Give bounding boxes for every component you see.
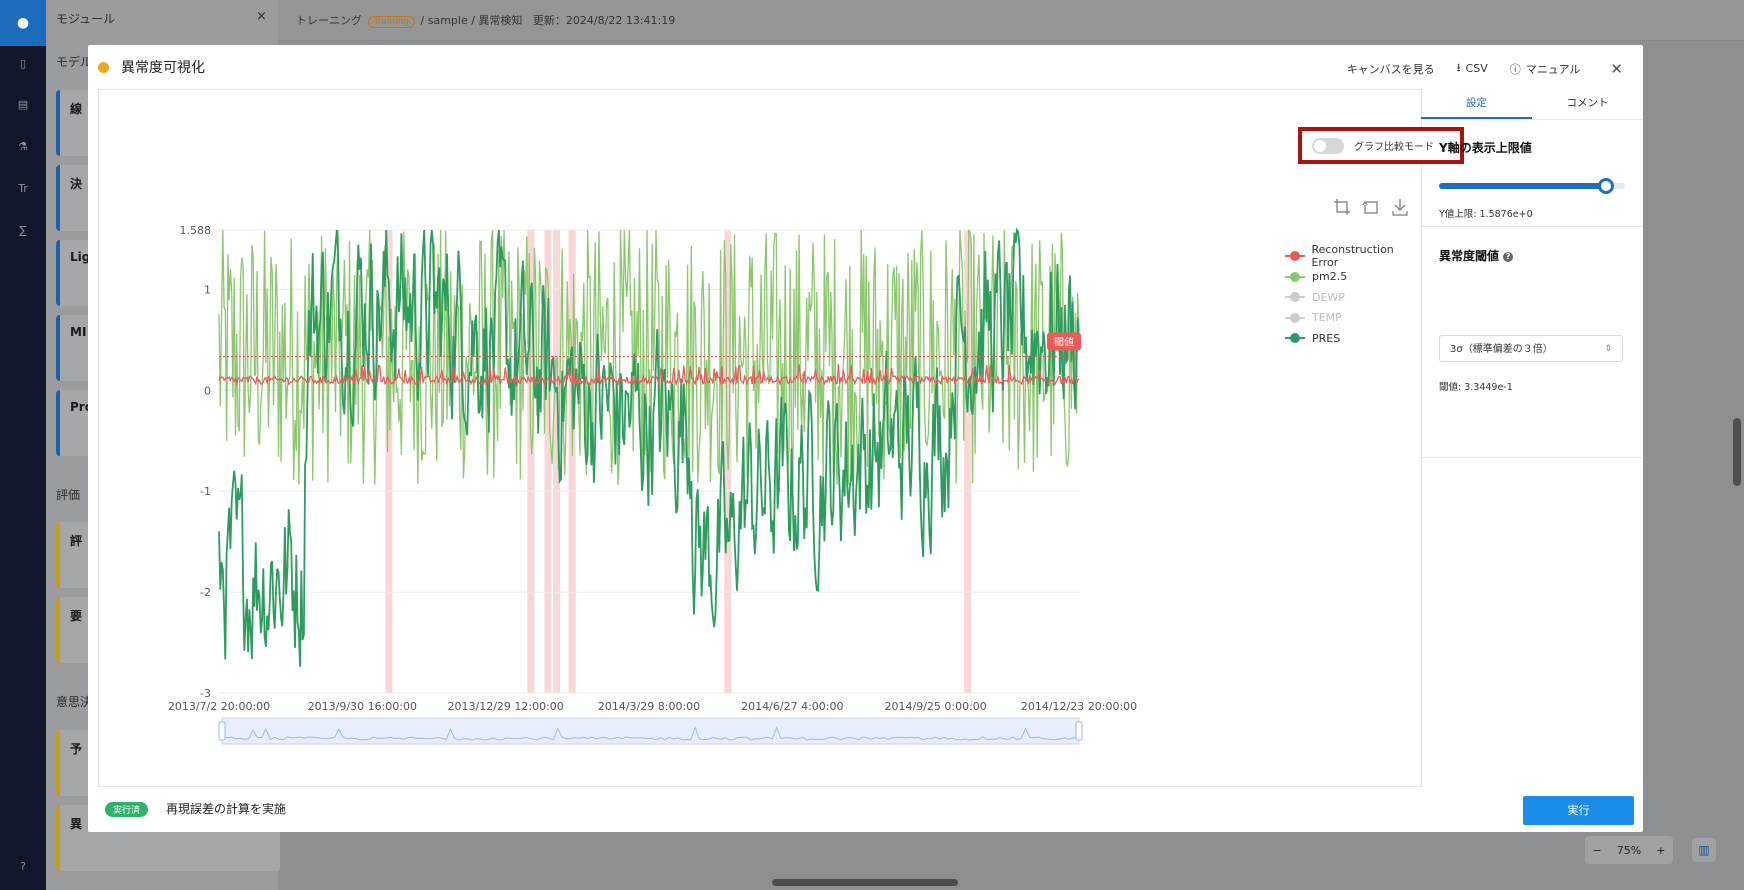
download-icon: ⭳ [1456,61,1461,74]
line-chart[interactable]: 1.588 1 0 -1 -2 -32013/7/2 20:00:00 2013/9/30 … [99,90,1421,786]
help-circle-icon: ⓘ [1509,62,1521,76]
legend-label: DEWP [1312,290,1345,304]
y-tick-label: -1 [200,485,211,498]
modal-title: 異常度可視化 [98,57,205,77]
threshold-select[interactable]: 3σ（標準偏差の３倍） ⇕ [1439,335,1623,362]
tab-settings[interactable]: 設定 [1421,89,1532,119]
y-tick-label: 1 [204,283,211,296]
section-eval: 評価 [56,488,81,502]
help-icon[interactable]: ? [0,860,46,873]
chart-legend: Reconstruction Error pm2.5 DEWP TEMP PRES [1285,243,1421,349]
x-tick-label: 2013/7/2 20:00:00 [168,700,270,713]
legend-label: PRES [1312,331,1341,345]
executed-badge: 実行済 [105,802,149,817]
breadcrumb-path: / sample / 異常検知 [420,14,523,27]
zoom-in-button[interactable]: + [1656,844,1665,857]
x-tick-label: 2014/9/25 0:00:00 [885,700,987,713]
formula-icon[interactable]: ∑ [0,224,46,237]
document-icon[interactable]: ▯ [0,57,46,70]
database-icon[interactable]: ▤ [0,98,46,111]
manual-button[interactable]: ⓘ マニュアル [1510,61,1581,77]
chevron-updown-icon: ⇕ [1604,344,1612,354]
breadcrumb-bar: トレーニング Training / sample / 異常検知 更新：2024/… [278,0,1744,41]
x-tick-label: 2014/12/23 20:00:00 [1021,700,1137,713]
y-limit-slider[interactable] [1439,178,1625,194]
status-dot-icon [98,61,109,73]
modal-close-icon[interactable]: ✕ [1610,60,1623,78]
section-model: モデル [56,55,93,69]
home-indicator [772,879,958,886]
tab-comment[interactable]: コメント [1532,89,1643,119]
y-tick-label: -3 [200,687,211,700]
legend-marker-icon [1285,271,1305,282]
datazoom-handle-left [218,721,226,741]
status-message: 再現誤差の計算を実施 [166,802,287,816]
modal-title-text: 異常度可視化 [121,60,205,76]
y-tick-label: -2 [200,586,211,599]
run-button[interactable]: 実行 [1523,796,1634,825]
help-icon[interactable]: ? [1503,251,1514,262]
breadcrumb: トレーニング Training / sample / 異常検知 更新：2024/… [296,12,675,28]
legend-label: Reconstruction Error [1311,243,1394,270]
legend-label: TEMP [1312,311,1342,325]
zoom-select-icon[interactable] [1333,198,1351,216]
legend-label: pm2.5 [1312,270,1348,284]
settings-tabs: 設定 コメント [1421,89,1643,120]
y-tick-label: 1.588 [180,224,212,237]
app-logo-icon[interactable]: ● [0,0,46,46]
y-axis-title: Y軸の表示上限値 [1439,141,1532,155]
csv-download-button[interactable]: ⭳ CSV [1457,59,1488,78]
y-limit-value: Y値上限: 1.5876e+0 [1439,209,1533,220]
minimap-icon[interactable]: ▥ [1692,838,1716,862]
legend-item[interactable]: pm2.5 [1285,267,1421,288]
toggle-switch[interactable] [1312,137,1344,154]
text-icon[interactable]: Tr [0,182,46,195]
x-tick-label: 2013/9/30 16:00:00 [308,700,417,713]
legend-item[interactable]: PRES [1285,328,1421,349]
x-tick-label: 2014/6/27 4:00:00 [741,700,843,713]
x-tick-label: 2014/3/29 8:00:00 [598,700,700,713]
anomaly-modal: 異常度可視化 キャンバスを見る ⭳ CSV ⓘ マニュアル ✕ 1.588 1 0 -1 -… [88,45,1643,832]
threshold-title: 異常度閾値? [1439,247,1514,264]
zoom-reset-icon[interactable] [1362,198,1380,216]
status-badge: Training [367,16,416,28]
datazoom-slider [221,717,1080,745]
legend-item[interactable]: DEWP [1285,287,1421,308]
zoom-level: 75% [1616,843,1642,857]
module-panel-title: モジュール [56,12,116,26]
scrollbar[interactable] [1733,418,1741,486]
zoom-out-button[interactable]: − [1593,844,1602,857]
view-canvas-button[interactable]: キャンバスを見る [1347,61,1435,77]
modal-actions: キャンバスを見る ⭳ CSV ⓘ マニュアル ✕ [1347,59,1623,78]
settings-panel: 設定 コメント Y軸の表示上限値 Y値上限: 1.5876e+0 異常度閾値? … [1421,89,1643,785]
legend-item[interactable]: Reconstruction Error [1285,243,1421,270]
threshold-label: 閾値 [1054,335,1074,348]
close-icon[interactable]: × [256,9,267,24]
x-tick-label: 2013/12/29 12:00:00 [448,700,564,713]
legend-item[interactable]: TEMP [1285,308,1421,329]
breadcrumb-root[interactable]: トレーニング [296,14,362,27]
chart-area: 1.588 1 0 -1 -2 -3 2013/7/2 20:00:00 2013/9/30 … [98,89,1464,787]
legend-marker-icon [1285,333,1305,344]
threshold-value: 閾値: 3.3449e-1 [1439,382,1513,393]
zoom-control: − 75% + [1585,836,1673,864]
section-decision: 意思決 [56,695,93,709]
legend-marker-icon [1285,251,1305,262]
save-image-icon[interactable] [1391,198,1409,216]
datazoom-handle-right [1075,721,1083,741]
app-rail: ● ▯ ▤ ⚗ Tr ∑ ? [0,0,46,890]
updated-timestamp: 更新：2024/8/22 13:41:19 [532,14,676,27]
y-tick-label: 0 [204,384,211,397]
legend-marker-icon [1285,292,1305,303]
chart-toolbox [1333,198,1409,216]
legend-marker-icon [1285,312,1305,323]
flask-icon[interactable]: ⚗ [0,140,46,153]
